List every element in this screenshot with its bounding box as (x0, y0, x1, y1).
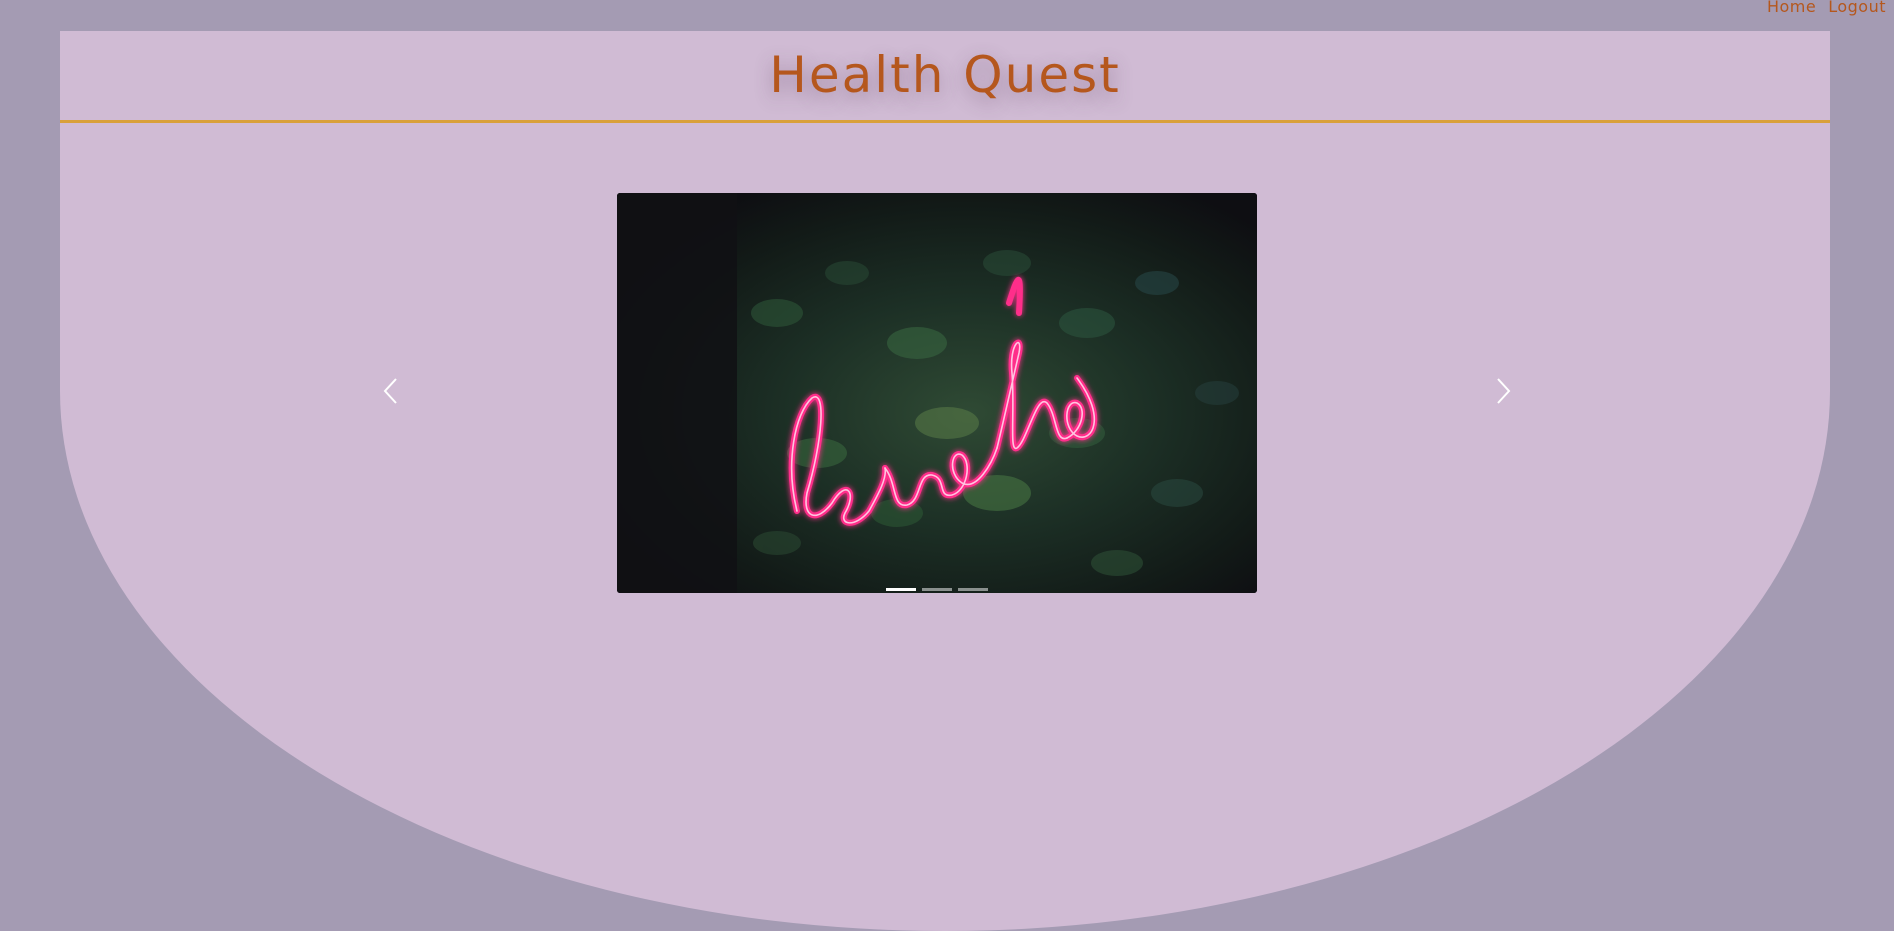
nav-home-link[interactable]: Home (1767, 0, 1816, 20)
nav-logout-link[interactable]: Logout (1828, 0, 1886, 20)
carousel-next-button[interactable] (1482, 371, 1522, 411)
carousel-slide (617, 193, 1257, 593)
carousel-indicator[interactable] (922, 588, 952, 591)
breathe-neon-image (617, 193, 1257, 593)
carousel-indicator[interactable] (958, 588, 988, 591)
carousel-indicator[interactable] (886, 588, 916, 591)
page-title: Health Quest (769, 46, 1121, 104)
carousel-prev-button[interactable] (372, 371, 412, 411)
chevron-right-icon (1497, 378, 1511, 404)
top-nav: Home Logout (1767, 0, 1886, 20)
image-carousel (372, 193, 1522, 593)
carousel-indicators (617, 588, 1257, 591)
page-header: Health Quest (60, 31, 1830, 123)
chevron-left-icon (383, 378, 397, 404)
